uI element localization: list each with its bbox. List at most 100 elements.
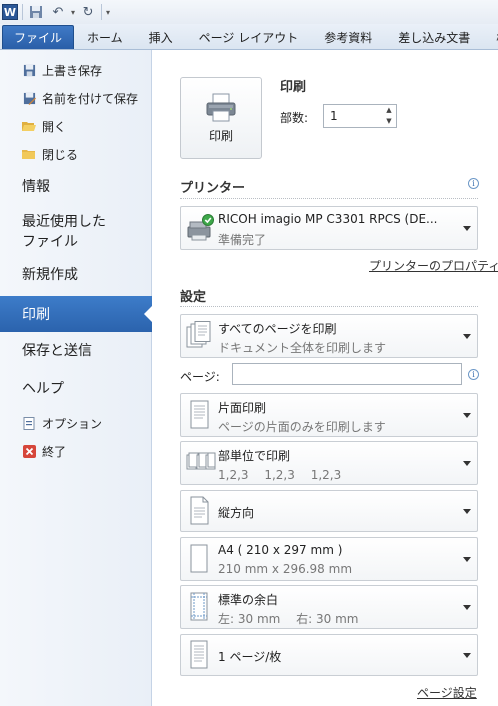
nav-save-send[interactable]: 保存と送信 [22,341,92,361]
save-icon[interactable] [27,3,45,21]
collate-sub: 1,2,3 1,2,3 1,2,3 [218,468,342,482]
section-divider [180,198,478,199]
print-button[interactable]: 印刷 [180,77,262,159]
nav-info[interactable]: 情報 [22,177,50,197]
info-icon[interactable]: i [468,178,479,189]
save-icon [22,63,36,77]
tab-review[interactable]: 校閲 [483,25,498,49]
print-range-sub: ドキュメント全体を印刷します [218,341,387,355]
ribbon-tabs: ファイル ホーム 挿入 ページ レイアウト 参考資料 差し込み文書 校閲 [0,24,498,50]
pages-label: ページ: [180,370,220,384]
margins-sub: 左: 30 mm 右: 30 mm [218,612,359,626]
spin-down-icon[interactable]: ▼ [384,117,394,126]
nav-save-as[interactable]: 名前を付けて保存 [22,87,138,109]
chevron-down-icon [463,557,471,562]
nav-recent-line2: ファイル [22,234,78,250]
collate-dropdown[interactable]: 部単位で印刷 1,2,3 1,2,3 1,2,3 [180,441,478,485]
pages-per-sheet-dropdown[interactable]: 1 ページ/枚 [180,634,478,676]
one-sided-icon [190,400,209,429]
chevron-down-icon [463,605,471,610]
portrait-icon [190,496,209,525]
tab-mailings[interactable]: 差し込み文書 [385,25,483,49]
margins-title: 標準の余白 [218,593,279,607]
customize-toolbar-icon[interactable]: ▾ [106,8,110,17]
nav-help[interactable]: ヘルプ [22,379,64,399]
chevron-down-icon [463,226,471,231]
print-panel: 印刷 印刷 部数: 1 ▲ ▼ プリンター i RICOH imagio MP … [153,50,498,706]
printer-icon [206,93,236,121]
nav-print-label: 印刷 [22,307,50,323]
nav-exit[interactable]: 終了 [22,440,66,462]
all-pages-icon [186,321,211,348]
paper-size-dropdown[interactable]: A4 ( 210 x 297 mm ) 210 mm x 296.98 mm [180,537,478,581]
save-as-icon [22,91,36,105]
nav-recent[interactable]: 最近使用した ファイル [22,212,106,252]
section-divider [180,306,478,307]
sides-title: 片面印刷 [218,401,267,415]
settings-heading: 設定 [180,290,207,305]
pages-per-sheet-title: 1 ページ/枚 [218,650,282,664]
chevron-down-icon [463,413,471,418]
sides-sub: ページの片面のみを印刷します [218,420,386,434]
printer-properties-link[interactable]: プリンターのプロパティ [369,257,498,274]
printer-device-icon [187,214,214,241]
paper-size-title: A4 ( 210 x 297 mm ) [218,543,343,557]
redo-icon[interactable]: ↻ [79,3,97,21]
quick-access-toolbar: W ↶ ▾ ↻ ▾ [0,0,498,24]
margins-icon [190,592,208,621]
nav-open[interactable]: 開く [22,115,66,137]
sides-dropdown[interactable]: 片面印刷 ページの片面のみを印刷します [180,393,478,437]
nav-new[interactable]: 新規作成 [22,265,78,285]
print-title: 印刷 [280,80,307,95]
collate-icon [186,452,216,470]
printer-dropdown[interactable]: RICOH imagio MP C3301 RPCS (DE... 準備完了 [180,206,478,250]
chevron-down-icon [463,509,471,514]
toolbar-divider [101,4,103,20]
margins-dropdown[interactable]: 標準の余白 左: 30 mm 右: 30 mm [180,585,478,629]
nav-print[interactable]: 印刷 [0,296,153,332]
exit-icon [22,444,36,458]
tab-file[interactable]: ファイル [2,25,75,49]
chevron-down-icon [463,334,471,339]
pages-per-sheet-icon [190,640,208,669]
copies-input[interactable]: 1 ▲ ▼ [323,104,397,128]
page-setup-link[interactable]: ページ設定 [417,684,477,701]
tab-insert[interactable]: 挿入 [136,25,186,49]
tab-home[interactable]: ホーム [74,25,136,49]
printer-status: 準備完了 [218,233,267,247]
spin-up-icon[interactable]: ▲ [384,106,394,115]
orientation-dropdown[interactable]: 縦方向 [180,490,478,532]
chevron-down-icon [463,461,471,466]
nav-save-as-label: 名前を付けて保存 [42,91,139,106]
tab-references[interactable]: 参考資料 [311,25,385,49]
folder-close-icon [22,147,36,161]
paper-size-icon [190,544,208,573]
pages-input[interactable] [232,363,462,385]
orientation-title: 縦方向 [218,506,255,520]
nav-open-label: 開く [42,119,67,134]
printer-name: RICOH imagio MP C3301 RPCS (DE... [218,212,438,226]
printer-heading: プリンター [180,181,246,196]
copies-value: 1 [330,109,338,123]
undo-dropdown-icon[interactable]: ▾ [71,8,75,17]
options-icon [22,416,36,430]
tab-page-layout[interactable]: ページ レイアウト [186,25,312,49]
collate-title: 部単位で印刷 [218,449,291,463]
print-range-title: すべてのページを印刷 [218,322,337,336]
print-button-label: 印刷 [208,128,233,143]
copies-stepper[interactable]: ▲ ▼ [384,106,394,126]
paper-size-sub: 210 mm x 296.98 mm [218,562,353,576]
backstage-nav: 上書き保存 名前を付けて保存 開く 閉じる 情報 最近使用した ファイル 新規作… [0,50,153,706]
chevron-down-icon [463,653,471,658]
nav-close-label: 閉じる [42,147,79,162]
nav-options-label: オプション [42,416,103,431]
folder-open-icon [22,119,36,133]
word-logo-icon[interactable]: W [2,4,18,20]
toolbar-divider [22,4,23,20]
nav-close[interactable]: 閉じる [22,143,78,165]
undo-icon[interactable]: ↶ [49,3,67,21]
nav-save[interactable]: 上書き保存 [22,59,102,81]
info-icon[interactable]: i [468,369,479,380]
nav-options[interactable]: オプション [22,412,102,434]
print-range-dropdown[interactable]: すべてのページを印刷 ドキュメント全体を印刷します [180,314,478,358]
